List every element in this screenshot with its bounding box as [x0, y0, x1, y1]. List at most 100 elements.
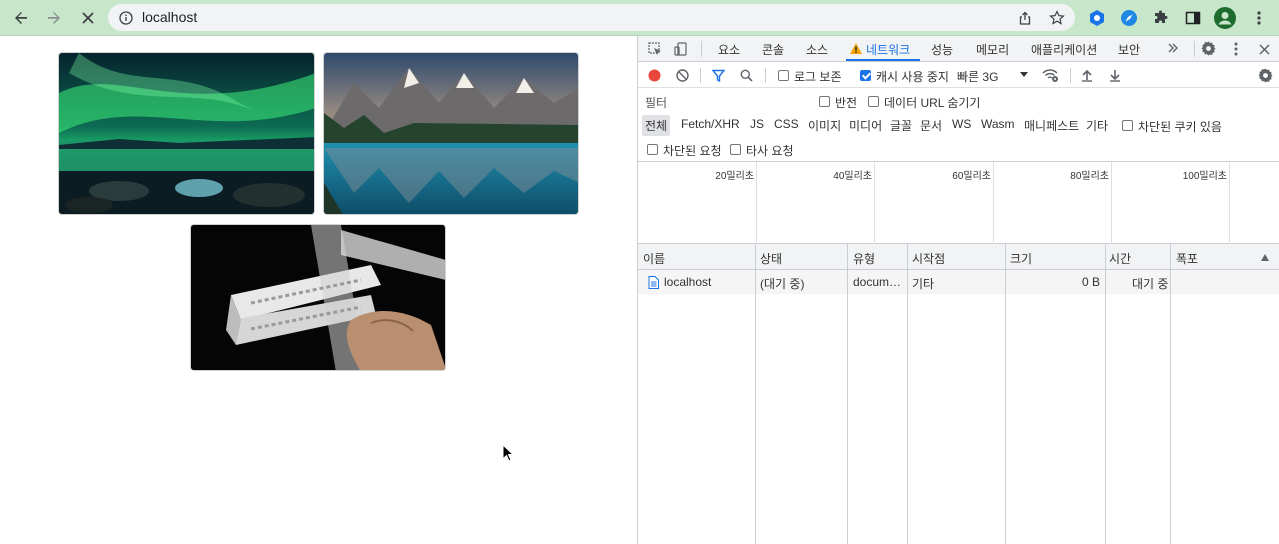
- export-har-icon[interactable]: [1108, 68, 1122, 82]
- forward-icon[interactable]: [42, 6, 66, 30]
- extension-safari-icon[interactable]: [1117, 6, 1141, 30]
- stop-loading-icon[interactable]: [76, 6, 100, 30]
- mouse-cursor-icon: [502, 444, 514, 462]
- filter-type-wasm[interactable]: Wasm: [978, 115, 1018, 133]
- preserve-log-checkbox[interactable]: [778, 70, 789, 81]
- filter-type-css[interactable]: CSS: [771, 115, 802, 133]
- filter-type-media[interactable]: 미디어: [846, 115, 885, 136]
- request-status: (대기 중): [760, 277, 805, 291]
- column-size[interactable]: 크기: [1010, 250, 1032, 267]
- blocked-requests-checkbox[interactable]: [647, 144, 658, 155]
- table-row[interactable]: localhost (대기 중) docum… 기타 0 B 대기 중: [638, 270, 1279, 294]
- mountain-lake-photo: [323, 52, 579, 215]
- tab-sources[interactable]: 소스: [806, 41, 828, 58]
- devtools-tab-strip: 요소 콘솔 소스 네트워크 성능 메모리 애플리케이션 보안: [638, 36, 1279, 62]
- import-har-icon[interactable]: [1080, 68, 1094, 82]
- timeline-tick: 40밀리초: [833, 171, 872, 182]
- filter-type-img[interactable]: 이미지: [805, 115, 844, 136]
- back-icon[interactable]: [9, 6, 33, 30]
- filter-type-fetch-xhr[interactable]: Fetch/XHR: [678, 115, 743, 133]
- filter-bar: 필터 반전 데이터 URL 숨기기 전체 Fetch/XHR JS CSS 이미…: [638, 89, 1279, 162]
- blocked-cookies-label: 차단된 쿠키 있음: [1138, 120, 1222, 134]
- blocked-requests-label: 차단된 요청: [663, 144, 722, 158]
- side-panel-icon[interactable]: [1181, 6, 1205, 30]
- close-devtools-icon[interactable]: [1256, 41, 1272, 57]
- extensions-puzzle-icon[interactable]: [1149, 6, 1173, 30]
- more-tabs-chevron-icon[interactable]: [1166, 41, 1180, 55]
- resource-type-filters: 전체 Fetch/XHR JS CSS 이미지 미디어 글꼴 문서 WS Was…: [638, 113, 1279, 137]
- active-tab-indicator: [846, 59, 920, 61]
- filter-type-all[interactable]: 전체: [642, 115, 671, 136]
- address-bar[interactable]: localhost: [108, 4, 1075, 31]
- sort-ascending-icon[interactable]: [1260, 252, 1270, 262]
- tab-console[interactable]: 콘솔: [762, 41, 784, 58]
- url-text[interactable]: localhost: [142, 9, 197, 25]
- filter-type-js[interactable]: JS: [747, 115, 767, 133]
- filter-type-ws[interactable]: WS: [949, 115, 974, 133]
- info-icon[interactable]: [118, 10, 134, 26]
- request-name[interactable]: localhost: [664, 275, 711, 289]
- timeline-tick: 20밀리초: [715, 171, 754, 182]
- tab-elements[interactable]: 요소: [718, 41, 740, 58]
- timeline-overview[interactable]: 20밀리초 40밀리초 60밀리초 80밀리초 100밀리초: [638, 162, 1279, 244]
- network-toolbar: 로그 보존 캐시 사용 중지 빠른 3G: [638, 63, 1279, 88]
- aurora-photo: [58, 52, 315, 215]
- requests-table-header: 이름 상태 유형 시작점 크기 시간 폭포: [638, 244, 1279, 270]
- column-name[interactable]: 이름: [643, 250, 665, 267]
- hide-data-urls-checkbox[interactable]: [868, 96, 879, 107]
- filter-type-font[interactable]: 글꼴: [887, 115, 915, 136]
- tab-memory[interactable]: 메모리: [976, 41, 1009, 58]
- share-icon[interactable]: [1017, 10, 1033, 26]
- settings-gear-icon[interactable]: [1200, 40, 1216, 56]
- browser-toolbar: localhost: [0, 0, 1279, 36]
- filter-input[interactable]: 필터: [641, 92, 805, 110]
- request-initiator: 기타: [912, 277, 935, 291]
- column-waterfall[interactable]: 폭포: [1176, 250, 1198, 267]
- timeline-tick: 80밀리초: [1070, 171, 1109, 182]
- network-conditions-icon[interactable]: [1041, 67, 1059, 83]
- filter-type-other[interactable]: 기타: [1083, 115, 1111, 136]
- throttling-select[interactable]: 빠른 3G: [957, 68, 998, 85]
- devtools-menu-icon[interactable]: [1228, 41, 1244, 57]
- request-size: 0 B: [1082, 275, 1101, 289]
- invert-label: 반전: [835, 96, 858, 110]
- invert-checkbox[interactable]: [819, 96, 830, 107]
- filter-funnel-icon[interactable]: [711, 68, 725, 82]
- column-time[interactable]: 시간: [1109, 250, 1131, 267]
- tab-security[interactable]: 보안: [1118, 41, 1140, 58]
- bookmark-star-icon[interactable]: [1049, 10, 1065, 26]
- third-party-label: 타사 요청: [746, 144, 794, 158]
- warning-icon: [850, 42, 862, 54]
- column-initiator[interactable]: 시작점: [912, 250, 945, 267]
- disable-cache-checkbox[interactable]: [860, 70, 871, 81]
- record-icon[interactable]: [647, 68, 661, 82]
- filter-type-doc[interactable]: 문서: [917, 115, 945, 136]
- page-viewport: [0, 36, 637, 544]
- clear-icon[interactable]: [675, 68, 689, 82]
- preserve-log-label: 로그 보존: [794, 70, 842, 84]
- extension-blue-icon[interactable]: [1085, 6, 1109, 30]
- filter-type-manifest[interactable]: 매니페스트: [1021, 115, 1082, 136]
- request-time: 대기 중: [1132, 277, 1169, 291]
- 3d-printed-part-photo: [190, 224, 446, 371]
- tab-network[interactable]: 네트워크: [866, 41, 910, 58]
- inspect-element-icon[interactable]: [647, 41, 663, 57]
- document-file-icon: [647, 275, 659, 289]
- chevron-down-icon[interactable]: [1019, 70, 1029, 80]
- blocked-cookies-checkbox[interactable]: [1122, 120, 1133, 131]
- devtools-panel: 요소 콘솔 소스 네트워크 성능 메모리 애플리케이션 보안 로그 보존 캐시 …: [637, 36, 1279, 544]
- disable-cache-label: 캐시 사용 중지: [876, 70, 949, 84]
- hide-data-urls-label: 데이터 URL 숨기기: [884, 96, 981, 110]
- tab-application[interactable]: 애플리케이션: [1031, 41, 1097, 58]
- profile-avatar-icon[interactable]: [1213, 6, 1237, 30]
- request-type: docum…: [853, 275, 902, 289]
- column-type[interactable]: 유형: [853, 250, 875, 267]
- device-toolbar-icon[interactable]: [673, 41, 689, 57]
- network-settings-gear-icon[interactable]: [1257, 67, 1273, 83]
- chrome-menu-icon[interactable]: [1247, 6, 1271, 30]
- search-icon[interactable]: [739, 68, 753, 82]
- column-status[interactable]: 상태: [760, 250, 782, 267]
- timeline-tick: 100밀리초: [1182, 171, 1227, 182]
- tab-performance[interactable]: 성능: [931, 41, 953, 58]
- third-party-checkbox[interactable]: [730, 144, 741, 155]
